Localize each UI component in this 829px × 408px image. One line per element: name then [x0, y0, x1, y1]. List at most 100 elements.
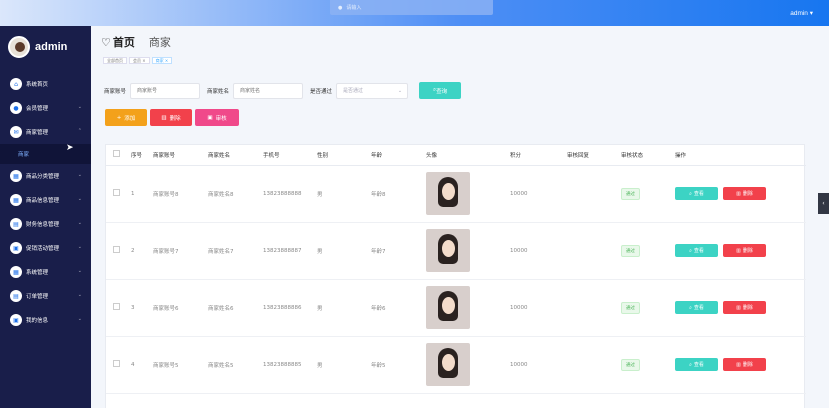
table-row: 3 商家账号6 商家姓名6 13823888886 男 年龄6 10000 通过… [106, 279, 806, 337]
chevron-up-icon: ⌃ [77, 128, 82, 134]
query-button[interactable]: ⌕ 查询 [419, 82, 462, 99]
cell-account: 商家账号7 [150, 222, 205, 280]
select-all-cell [106, 145, 128, 166]
batch-delete-button[interactable]: ▥ 删除 [150, 109, 192, 126]
category-icon: ▦ [10, 170, 22, 182]
plus-icon: + [116, 114, 122, 121]
tab-members[interactable]: 会员 × [129, 57, 150, 64]
row-checkbox[interactable] [113, 360, 120, 367]
sidebar-item-promotions[interactable]: ▣ 促销活动管理 ⌄ [0, 236, 91, 260]
cell-status: 通过 [618, 222, 672, 280]
row-checkbox[interactable] [113, 303, 120, 310]
table-header-row: 序号 商家账号 商家姓名 手机号 性别 年龄 头像 积分 审核回复 审核状态 操… [106, 145, 806, 166]
user-icon: ● [10, 102, 22, 114]
sidebar-item-merchants[interactable]: ✉ 商家管理 ⌃ [0, 120, 91, 144]
action-toolbar: + 添加 ▥ 删除 ▣ 审核 [105, 109, 239, 126]
avatar-photo [426, 229, 470, 272]
cell-phone: 13823888886 [260, 279, 314, 337]
delete-button[interactable]: ▥ 删除 [723, 244, 766, 257]
delete-button-label: 删除 [742, 248, 753, 254]
cell-index: 3 [128, 279, 150, 337]
merchant-name-input[interactable] [233, 82, 304, 99]
side-panel-toggle[interactable]: ‹ [818, 193, 829, 214]
select-all-checkbox[interactable] [113, 150, 120, 158]
sidebar-subitem-merchant[interactable]: 商家 [0, 144, 91, 164]
page-title-current: 商家 [148, 36, 171, 49]
approved-select[interactable]: 是否通过 ⌄ [336, 82, 409, 99]
cell-actions: ⌕ 查看 ▥ 删除 [672, 165, 806, 223]
sidebar-item-home[interactable]: ⌂ 系统首页 [0, 72, 91, 96]
sidebar: admin ⌂ 系统首页 ● 会员管理 ⌄ ✉ 商家管理 ⌃ 商家 ▦ 商品分类管理 ⌄ ▦ 商… [0, 26, 91, 408]
merchant-account-input[interactable] [130, 82, 201, 99]
sidebar-item-members[interactable]: ● 会员管理 ⌄ [0, 96, 91, 120]
audit-icon: ▣ [207, 114, 213, 121]
sidebar-menu: ⌂ 系统首页 ● 会员管理 ⌄ ✉ 商家管理 ⌃ 商家 ▦ 商品分类管理 ⌄ ▦ 商品信息管理 ⌄… [0, 72, 91, 332]
cell-gender: 男 [314, 165, 368, 223]
sidebar-item-categories[interactable]: ▦ 商品分类管理 ⌄ [0, 164, 91, 188]
table-row: 4 商家账号5 商家姓名5 13823888885 男 年龄5 10000 通过… [106, 336, 806, 394]
chevron-down-icon: ⌄ [77, 268, 82, 274]
col-status: 审核状态 [618, 145, 672, 166]
breadcrumb: 全部首页 会员 × 商家 × [103, 57, 173, 64]
trash-icon: ▥ [736, 247, 741, 254]
approved-select-placeholder: 是否通过 [343, 87, 364, 94]
delete-button[interactable]: ▥ 删除 [723, 358, 766, 371]
row-checkbox[interactable] [113, 246, 120, 253]
cell-account: 商家账号8 [150, 165, 205, 223]
tab-all-home[interactable]: 全部首页 [103, 57, 127, 64]
sidebar-item-label: 商品分类管理 [26, 174, 60, 180]
merchant-name-label: 商家姓名 [207, 88, 230, 95]
view-button-label: 查看 [693, 248, 704, 254]
sidebar-item-system[interactable]: ▦ 系统管理 ⌄ [0, 260, 91, 284]
sidebar-item-goods[interactable]: ▦ 商品信息管理 ⌄ [0, 188, 91, 212]
status-badge: 通过 [621, 244, 640, 257]
query-button-label: 查询 [436, 88, 448, 95]
audit-button[interactable]: ▣ 审核 [195, 109, 239, 126]
cell-age: 年龄7 [368, 222, 423, 280]
cell-reply [564, 336, 618, 394]
sidebar-item-finance[interactable]: ▤ 财务信息管理 ⌄ [0, 212, 91, 236]
cell-age: 年龄8 [368, 165, 423, 223]
cell-gender: 男 [314, 279, 368, 337]
search-form: 商家账号 商家姓名 是否通过 是否通过 ⌄ ⌕ 查询 [104, 82, 462, 99]
sidebar-item-orders[interactable]: ▤ 订单管理 ⌄ [0, 284, 91, 308]
sidebar-item-label: 商品信息管理 [26, 198, 60, 204]
delete-button[interactable]: ▥ 删除 [723, 187, 766, 200]
row-checkbox[interactable] [113, 189, 120, 196]
cell-status: 通过 [618, 165, 672, 223]
chevron-down-icon: ⌄ [77, 104, 82, 110]
col-index: 序号 [128, 145, 150, 166]
cell-index: 4 [128, 336, 150, 394]
col-account: 商家账号 [150, 145, 205, 166]
view-button[interactable]: ⌕ 查看 [675, 358, 718, 371]
view-button[interactable]: ⌕ 查看 [675, 244, 718, 257]
user-menu[interactable]: admin ▾ [790, 9, 813, 17]
cell-reply [564, 222, 618, 280]
approved-label: 是否通过 [310, 88, 333, 95]
cell-points: 10000 [507, 165, 564, 223]
sidebar-item-label: 会员管理 [26, 106, 49, 112]
col-points: 积分 [507, 145, 564, 166]
cell-points: 10000 [507, 336, 564, 394]
delete-button-label: 删除 [742, 305, 753, 311]
cell-name: 商家姓名5 [205, 336, 260, 394]
trash-icon: ▥ [736, 304, 741, 311]
cell-avatar [423, 336, 507, 394]
tab-merchants[interactable]: 商家 × [151, 57, 173, 64]
col-age: 年龄 [368, 145, 423, 166]
top-search-box[interactable]: ● 请输入 [330, 0, 493, 15]
view-button-label: 查看 [693, 191, 704, 197]
main-content: ♡ 首页 商家 全部首页 会员 × 商家 × 商家账号 商家姓名 是否通过 是否… [91, 26, 829, 408]
sidebar-item-profile[interactable]: ▣ 我的信息 ⌄ [0, 308, 91, 332]
status-badge: 通过 [621, 187, 640, 200]
avatar-photo [426, 343, 470, 386]
cell-avatar [423, 279, 507, 337]
delete-button[interactable]: ▥ 删除 [723, 301, 766, 314]
view-button[interactable]: ⌕ 查看 [675, 301, 718, 314]
add-button[interactable]: + 添加 [105, 109, 147, 126]
view-button[interactable]: ⌕ 查看 [675, 187, 718, 200]
cell-name: 商家姓名6 [205, 279, 260, 337]
merchant-account-label: 商家账号 [104, 88, 127, 95]
status-badge: 通过 [621, 358, 640, 371]
cell-gender: 男 [314, 222, 368, 280]
